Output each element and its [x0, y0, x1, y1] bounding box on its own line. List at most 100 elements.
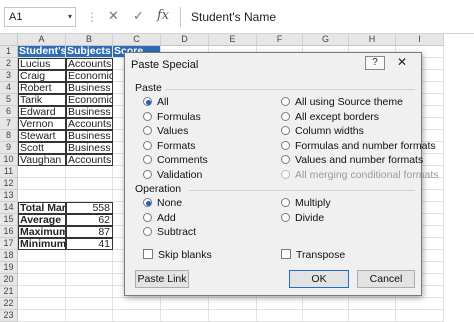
student-name-cell[interactable]: Lucius [18, 58, 66, 70]
row-header-16[interactable]: 16 [0, 226, 18, 238]
row-header-10[interactable]: 10 [0, 154, 18, 166]
grid-cell[interactable] [161, 310, 209, 322]
summary-value-cell[interactable]: 41 [66, 238, 113, 250]
grid-cell[interactable] [66, 298, 113, 310]
paste-option[interactable]: All [143, 95, 169, 109]
operation-option[interactable]: Add [143, 211, 176, 225]
subject-cell[interactable]: Accounts [66, 58, 113, 70]
summary-label-cell[interactable]: Average [18, 214, 66, 226]
row-header-19[interactable]: 19 [0, 262, 18, 274]
row-header-14[interactable]: 14 [0, 202, 18, 214]
operation-option[interactable]: Subtract [143, 225, 196, 239]
grid-cell[interactable] [349, 310, 396, 322]
grid-cell[interactable] [18, 274, 66, 286]
grid-cell[interactable] [18, 190, 66, 202]
grid-cell[interactable] [303, 310, 349, 322]
radio-button[interactable] [281, 140, 290, 150]
radio-button[interactable] [281, 97, 290, 106]
row-header-1[interactable]: 1 [0, 46, 18, 58]
grid-cell[interactable] [161, 298, 209, 310]
grid-cell[interactable] [209, 310, 257, 322]
drag-handle-icon[interactable]: ⋮ [86, 10, 98, 24]
subject-cell[interactable]: Accounts [66, 118, 113, 130]
chevron-down-icon[interactable]: ▾ [68, 12, 72, 21]
paste-option[interactable]: Formulas [143, 110, 201, 124]
student-name-cell[interactable]: Craig [18, 70, 66, 82]
summary-label-cell[interactable]: Minimum [18, 238, 66, 250]
radio-button[interactable] [143, 126, 152, 135]
insert-function-icon[interactable]: fx [157, 8, 169, 23]
radio-button[interactable] [143, 169, 152, 179]
row-header-23[interactable]: 23 [0, 310, 18, 322]
radio-button[interactable] [143, 155, 152, 164]
column-header-g[interactable]: G [303, 34, 349, 46]
row-header-18[interactable]: 18 [0, 250, 18, 262]
paste-option[interactable]: All using Source theme [281, 95, 403, 109]
skip-blanks-checkbox[interactable]: Skip blanks [143, 248, 212, 262]
grid-cell[interactable] [66, 190, 113, 202]
ok-button[interactable]: OK [289, 270, 349, 288]
radio-button[interactable] [281, 111, 290, 121]
paste-option[interactable]: Values and number formats [281, 153, 423, 167]
grid-cell[interactable] [66, 166, 113, 178]
summary-label-cell[interactable]: Maximum [18, 226, 66, 238]
row-header-2[interactable]: 2 [0, 58, 18, 70]
column-header-i[interactable]: I [396, 34, 444, 46]
grid-cell[interactable] [18, 262, 66, 274]
radio-button[interactable] [143, 97, 152, 106]
grid-cell[interactable] [257, 310, 303, 322]
row-header-4[interactable]: 4 [0, 82, 18, 94]
grid-cell[interactable] [396, 298, 444, 310]
radio-button[interactable] [143, 227, 152, 236]
row-header-15[interactable]: 15 [0, 214, 18, 226]
row-header-20[interactable]: 20 [0, 274, 18, 286]
radio-button[interactable] [143, 198, 152, 207]
row-header-22[interactable]: 22 [0, 298, 18, 310]
operation-option[interactable]: Divide [281, 211, 324, 225]
grid-cell[interactable] [66, 262, 113, 274]
grid-cell[interactable] [66, 250, 113, 262]
name-box[interactable]: A1 ▾ [4, 7, 76, 27]
paste-option[interactable]: Formats [143, 139, 196, 153]
operation-option[interactable]: None [143, 196, 182, 210]
subject-cell[interactable]: Business [66, 142, 113, 154]
formula-input[interactable]: Student's Name [180, 7, 474, 27]
student-name-cell[interactable]: Stewart [18, 130, 66, 142]
row-header-7[interactable]: 7 [0, 118, 18, 130]
summary-label-cell[interactable]: Total Marks [18, 202, 66, 214]
subject-cell[interactable]: Business [66, 82, 113, 94]
student-name-cell[interactable]: Vaughan [18, 154, 66, 166]
subject-cell[interactable]: Business [66, 106, 113, 118]
row-header-3[interactable]: 3 [0, 70, 18, 82]
grid-cell[interactable] [113, 298, 161, 310]
paste-option[interactable]: All except borders [281, 110, 379, 124]
paste-option[interactable]: Formulas and number formats [281, 139, 436, 153]
row-header-12[interactable]: 12 [0, 178, 18, 190]
grid-cell[interactable] [66, 310, 113, 322]
enter-icon[interactable]: ✓ [133, 8, 144, 24]
grid-cell[interactable] [257, 298, 303, 310]
grid-cell[interactable] [66, 286, 113, 298]
radio-button[interactable] [281, 198, 290, 207]
close-icon[interactable]: ✕ [389, 56, 415, 70]
radio-button[interactable] [281, 155, 290, 164]
grid-cell[interactable] [349, 298, 396, 310]
row-header-8[interactable]: 8 [0, 130, 18, 142]
column-header-b[interactable]: B [66, 34, 113, 46]
grid-cell[interactable] [18, 178, 66, 190]
paste-link-button[interactable]: Paste Link [135, 270, 189, 288]
row-header-13[interactable]: 13 [0, 190, 18, 202]
row-header-5[interactable]: 5 [0, 94, 18, 106]
column-header-h[interactable]: H [349, 34, 396, 46]
subject-cell[interactable]: Economics [66, 94, 113, 106]
cancel-icon[interactable]: ✕ [108, 8, 119, 24]
transpose-checkbox[interactable]: Transpose [281, 248, 345, 262]
column-header-d[interactable]: D [161, 34, 209, 46]
summary-value-cell[interactable]: 87 [66, 226, 113, 238]
student-name-cell[interactable]: Vernon [18, 118, 66, 130]
cancel-button[interactable]: Cancel [357, 270, 415, 288]
select-all-corner[interactable] [0, 34, 18, 46]
help-button[interactable]: ? [365, 56, 385, 70]
grid-cell[interactable] [18, 286, 66, 298]
column-header-e[interactable]: E [209, 34, 257, 46]
